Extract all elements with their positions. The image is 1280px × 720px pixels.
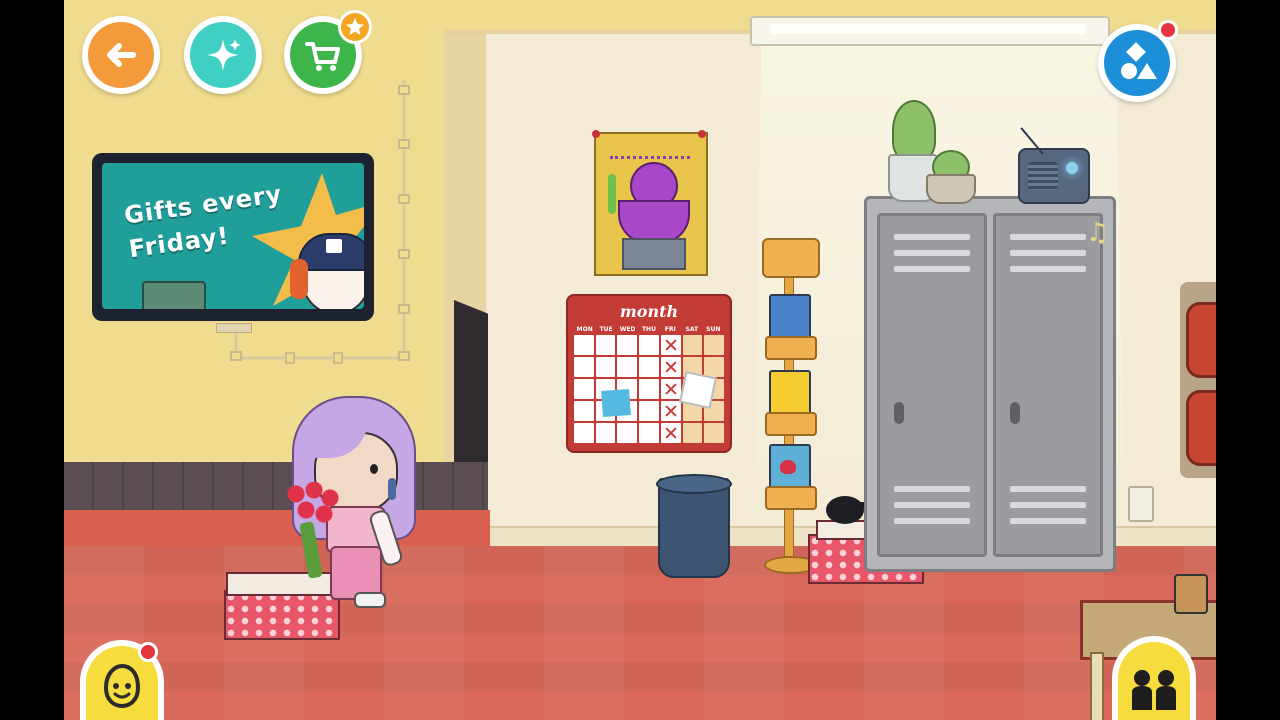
tv-character-hair xyxy=(290,259,308,299)
elevator-up-button[interactable] xyxy=(1186,302,1216,378)
wall-outlet xyxy=(1128,486,1154,522)
poster-green-stick xyxy=(608,174,616,214)
back-button[interactable] xyxy=(82,16,160,94)
book-shelf-3 xyxy=(765,486,817,510)
tv-screen[interactable]: Gifts every Friday! xyxy=(92,153,374,333)
tv-display: Gifts every Friday! xyxy=(102,163,364,309)
character-menu-button[interactable] xyxy=(80,640,164,720)
character-menu-notification-dot xyxy=(138,642,158,662)
shapes-icon xyxy=(1121,42,1157,79)
calendar-weekdays: MON TUE WED THU FRI SAT SUN xyxy=(574,326,724,333)
locker-door-left[interactable] xyxy=(877,213,987,557)
trash-can[interactable] xyxy=(656,474,732,578)
doorway xyxy=(454,300,488,470)
shop-star-badge xyxy=(338,10,372,44)
shopping-cart-icon xyxy=(305,42,340,71)
magic-button-face xyxy=(190,22,256,88)
book-shelf-1 xyxy=(765,336,817,360)
calendar-sticky-note xyxy=(601,389,631,417)
two-people-icon xyxy=(1132,670,1176,710)
elevator-down-button[interactable] xyxy=(1186,390,1216,466)
family-menu-button[interactable] xyxy=(1112,636,1196,720)
book-yellow[interactable] xyxy=(769,370,811,416)
locker[interactable] xyxy=(864,196,1116,572)
design-button[interactable] xyxy=(1098,20,1178,102)
wall-calendar[interactable]: month MON TUE WED THU FRI SAT SUN xyxy=(566,294,732,453)
radio[interactable] xyxy=(1018,127,1090,204)
arrow-left-icon xyxy=(107,43,136,67)
family-menu-face xyxy=(1118,642,1190,720)
calendar-day-label: FRI xyxy=(664,326,676,333)
music-note-icon: ♫ xyxy=(1086,218,1110,248)
back-button-face xyxy=(88,22,154,88)
game-screen: Gifts every Friday! month MON TUE WED TH… xyxy=(0,0,1280,720)
book-shelf-2 xyxy=(765,412,817,436)
letterbox-left xyxy=(0,0,64,720)
ceiling-lamp xyxy=(750,16,1110,46)
plant-small[interactable] xyxy=(924,150,976,204)
player-character[interactable] xyxy=(278,396,416,608)
thread-spool[interactable] xyxy=(1174,574,1208,614)
sparkle-icon xyxy=(207,39,241,71)
calendar-day-label: WED xyxy=(619,326,636,333)
book-birds[interactable] xyxy=(769,294,811,340)
tv-mount xyxy=(216,323,252,333)
stage-edge xyxy=(64,510,490,549)
stage-platform[interactable] xyxy=(64,462,488,510)
book-stand[interactable] xyxy=(762,238,820,574)
character-face-icon xyxy=(103,663,141,709)
design-button-face xyxy=(1104,30,1170,96)
design-notification-dot xyxy=(1158,20,1178,40)
poster-heading-scribble xyxy=(610,142,690,159)
character-shoe xyxy=(354,592,386,608)
calendar-day-label: SUN xyxy=(706,326,721,333)
gift-icon xyxy=(326,239,342,253)
heart-icon xyxy=(780,460,796,474)
calendar-photo xyxy=(679,371,717,409)
calendar-day-label: SAT xyxy=(685,326,699,333)
star-icon xyxy=(346,18,364,35)
letterbox-right xyxy=(1216,0,1280,720)
tv-gift-box xyxy=(142,281,206,309)
magic-button[interactable] xyxy=(184,16,262,94)
character-earring xyxy=(388,478,396,500)
locker-door-right[interactable] xyxy=(993,213,1103,557)
octopus-poster[interactable] xyxy=(592,130,708,276)
elevator-panel[interactable] xyxy=(1180,282,1216,478)
tv-message: Gifts every Friday! xyxy=(122,177,289,266)
calendar-day-label: MON xyxy=(576,326,593,333)
room-scene[interactable]: Gifts every Friday! month MON TUE WED TH… xyxy=(64,0,1216,720)
poster-pin-left xyxy=(592,130,600,138)
poster-pedestal xyxy=(622,238,686,270)
shop-button[interactable] xyxy=(284,10,372,94)
calendar-title: month xyxy=(619,302,679,321)
poster-pin-right xyxy=(698,130,706,138)
character-eye xyxy=(370,464,378,474)
calendar-day-label: THU xyxy=(641,326,656,333)
calendar-day-label: TUE xyxy=(599,326,613,333)
book-stand-sign xyxy=(762,238,820,278)
